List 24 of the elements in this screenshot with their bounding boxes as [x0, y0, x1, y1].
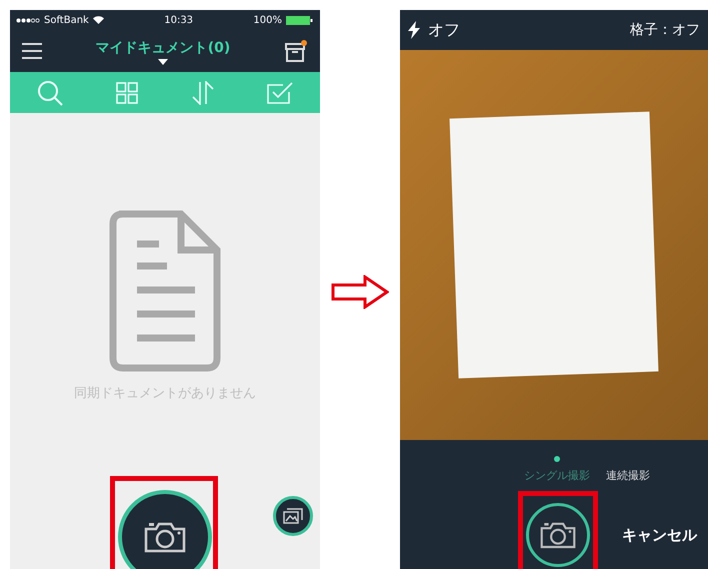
checkbox-icon[interactable]	[267, 82, 294, 104]
archive-box-icon[interactable]	[284, 40, 308, 62]
battery-icon	[286, 16, 314, 24]
capture-mode-tab[interactable]: 連続撮影	[606, 468, 650, 484]
photo-stack-icon	[283, 508, 303, 524]
caret-icon	[158, 58, 168, 64]
camera-button[interactable]	[118, 490, 212, 569]
signal-icon	[16, 18, 40, 22]
camera-icon	[540, 521, 576, 549]
camera-icon	[144, 521, 186, 553]
lightning-icon	[408, 21, 420, 39]
menu-icon[interactable]	[22, 43, 42, 59]
capture-mode-tab[interactable]: シングル撮影	[524, 456, 590, 484]
right-arrow-icon	[331, 275, 389, 309]
document-icon	[109, 210, 221, 372]
clock-time: 10:33	[164, 14, 194, 28]
cancel-button[interactable]: キャンセル	[622, 524, 697, 546]
wifi-icon	[92, 16, 104, 24]
shutter-button[interactable]	[526, 503, 590, 567]
grid-toggle[interactable]: 格子：オフ	[630, 20, 700, 40]
flash-toggle[interactable]: オフ	[408, 18, 460, 42]
battery-percent: 100%	[253, 14, 282, 28]
gallery-button[interactable]	[273, 496, 313, 536]
carrier-name: SoftBank	[44, 14, 89, 28]
